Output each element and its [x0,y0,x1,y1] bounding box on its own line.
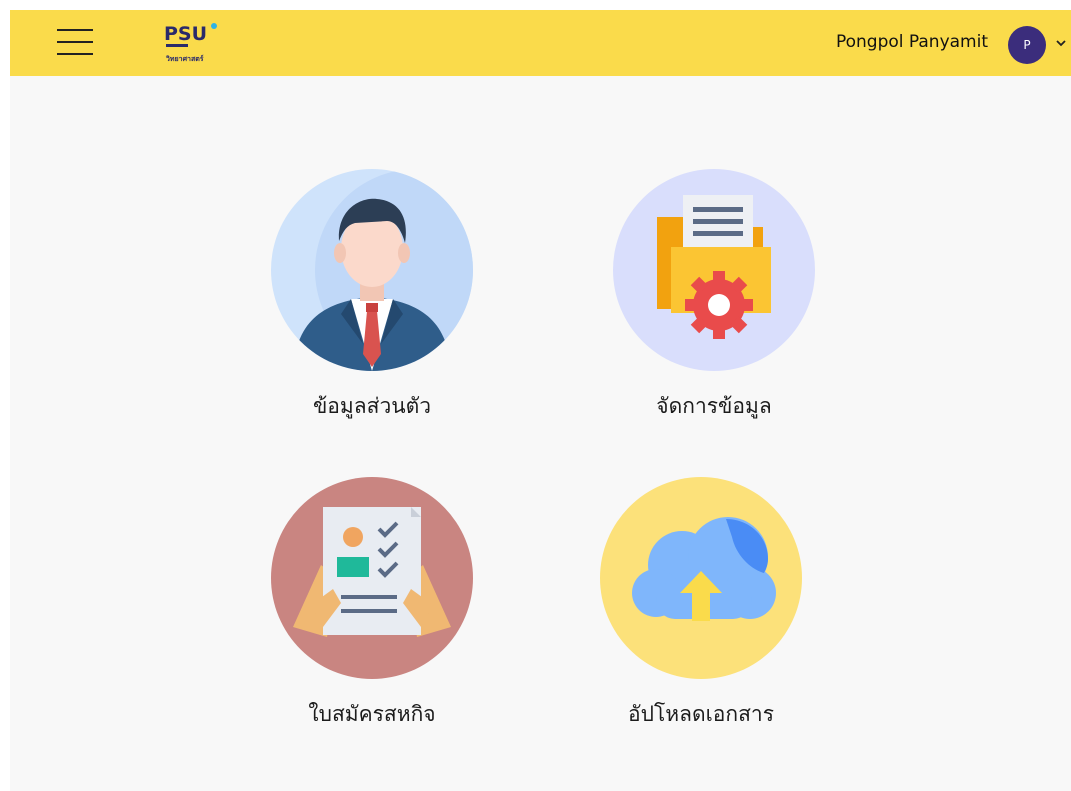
logo-subtext: วิทยาศาสตร์ [166,55,204,63]
cloud-upload-icon [632,517,776,621]
menu-label-manage-data: จัดการข้อมูล [656,394,772,418]
menu-label-coop-application: ใบสมัครสหกิจ [308,702,436,726]
menu-label-upload-documents: อัปโหลดเอกสาร [628,702,774,726]
folder-settings-icon [657,195,771,339]
coop-application-circle [271,477,473,679]
menu-tile-coop-application[interactable]: ใบสมัครสหกิจ [262,477,482,731]
upload-documents-circle [600,477,802,679]
personal-info-circle [271,169,473,371]
chevron-down-icon[interactable] [1055,38,1067,48]
person-icon [293,169,473,371]
psu-logo-mark: PSU [164,23,217,47]
psu-logo[interactable]: PSU วิทยาศาสตร์ [162,20,232,66]
top-bar: PSU วิทยาศาสตร์ Pongpol Panyamit P [10,10,1071,76]
menu-label-personal-info: ข้อมูลส่วนตัว [312,394,432,418]
user-name[interactable]: Pongpol Panyamit [836,32,988,52]
hamburger-menu-icon[interactable] [57,27,93,57]
menu-tile-personal-info[interactable]: ข้อมูลส่วนตัว [262,169,482,423]
menu-tile-manage-data[interactable]: จัดการข้อมูล [604,169,824,423]
menu-tile-upload-documents[interactable]: อัปโหลดเอกสาร [591,477,811,731]
app-frame: PSU วิทยาศาสตร์ Pongpol Panyamit P ข้อมู… [10,10,1071,791]
application-form-icon [293,507,451,637]
logo-text: PSU [164,23,207,45]
manage-data-circle [613,169,815,371]
user-avatar[interactable]: P [1008,26,1046,64]
